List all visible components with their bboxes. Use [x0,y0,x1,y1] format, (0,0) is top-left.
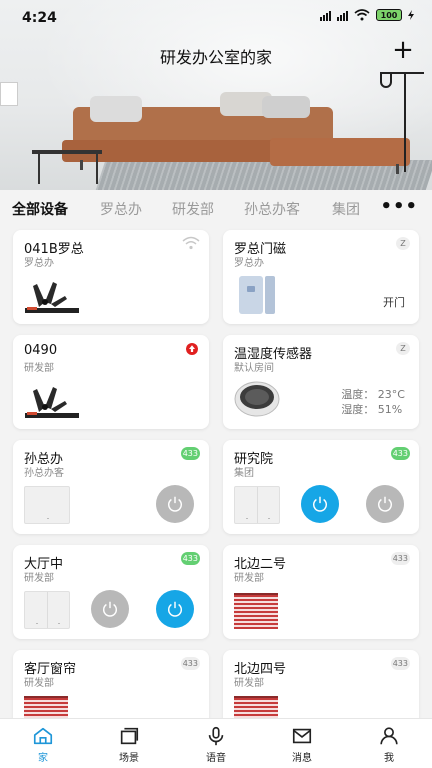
wifi-protocol-icon [182,236,200,250]
nav-scene[interactable]: 场景 [99,725,159,764]
device-room: 孙总办客 [24,468,64,479]
charging-icon [408,10,414,20]
device-room: 研发部 [24,573,54,584]
home-banner-image: 4:24 100 研发办公室的家 + [0,0,432,190]
device-room: 研发部 [234,678,264,689]
power-toggle-on[interactable] [301,485,339,523]
nav-label: 家 [38,753,48,764]
home-title[interactable]: 研发办公室的家 [0,44,432,68]
rf433-badge: 433 [180,657,200,670]
zigbee-badge: Z [396,237,410,250]
nav-home[interactable]: 家 [13,725,73,764]
switch-panel-icon [24,591,70,629]
zigbee-badge: Z [396,342,410,355]
device-room: 研发部 [234,573,264,584]
power-toggle-off[interactable] [366,485,404,523]
device-name: 0490 [24,343,58,358]
device-room: 罗总办 [234,258,264,269]
message-icon [292,728,312,744]
device-room: 集团 [234,468,254,479]
thermometer-sensor-icon [234,381,280,417]
cell-signal-2-icon [337,9,348,21]
device-card[interactable]: 041B罗总 罗总办 [13,230,209,324]
add-device-button[interactable]: + [390,37,416,64]
more-rooms-button[interactable]: ••• [380,196,418,217]
nav-profile[interactable]: 我 [359,725,419,764]
curtain-icon [234,593,278,629]
power-icon [377,496,393,512]
nav-label: 我 [384,753,394,764]
power-icon [167,496,183,512]
rf433-badge: 433 [390,552,410,565]
robot-arm-device-icon [25,387,79,418]
status-bar: 4:24 100 [0,0,432,34]
nav-label: 消息 [292,753,312,764]
profile-icon [380,727,398,745]
device-status: 开门 [383,296,405,309]
nav-label: 场景 [119,753,139,764]
power-toggle-off[interactable] [156,485,194,523]
device-card[interactable]: 温湿度传感器 默认房间 Z 温度： 23°C 湿度： 51% [223,335,419,429]
microphone-icon [208,726,224,746]
scene-icon [120,727,139,745]
battery-icon: 100 [376,9,402,21]
room-tabs: 全部设备 罗总办 研发部 孙总办客 集团 ••• [0,190,432,228]
power-toggle-off[interactable] [91,590,129,628]
tab-rd-dept[interactable]: 研发部 [172,199,214,219]
device-card[interactable]: 北边二号 研发部 433 [223,545,419,639]
status-time: 4:24 [22,10,57,26]
cell-signal-icon [320,9,331,21]
nav-messages[interactable]: 消息 [272,725,332,764]
wifi-status-icon [354,9,370,21]
device-card[interactable]: 研究院 集团 433 [223,440,419,534]
switch-panel-icon [234,486,280,524]
rf433-badge: 433 [390,657,410,670]
nav-voice[interactable]: 语音 [186,725,246,764]
robot-arm-device-icon [25,282,79,313]
power-icon [102,601,118,617]
device-card[interactable]: 罗总门磁 罗总办 Z 开门 [223,230,419,324]
device-room: 罗总办 [24,258,54,269]
tab-group[interactable]: 集团 [332,199,360,219]
rf433-badge: 433 [390,447,410,460]
tab-luo-office[interactable]: 罗总办 [100,199,142,219]
device-card[interactable]: 孙总办 孙总办客 433 [13,440,209,534]
device-card[interactable]: 0490 研发部 [13,335,209,429]
bottom-nav: 家 场景 语音 消息 我 [0,718,432,768]
rf433-badge: 433 [180,552,200,565]
switch-panel-icon [24,486,70,524]
nav-label: 语音 [206,753,226,764]
temperature-reading: 温度： 23°C [341,388,405,401]
alert-badge-icon [186,343,198,355]
tab-all-devices[interactable]: 全部设备 [12,199,68,219]
wall-lamp [0,82,18,106]
rf433-badge: 433 [180,447,200,460]
power-toggle-on[interactable] [156,590,194,628]
device-room: 默认房间 [234,363,274,374]
door-sensor-icon [239,276,275,314]
power-icon [312,496,328,512]
power-icon [167,601,183,617]
device-room: 研发部 [24,363,54,374]
device-card[interactable]: 大厅中 研发部 433 [13,545,209,639]
tab-sun-office[interactable]: 孙总办客 [244,199,300,219]
device-room: 研发部 [24,678,54,689]
humidity-reading: 湿度： 51% [341,403,403,416]
home-icon [33,727,53,745]
